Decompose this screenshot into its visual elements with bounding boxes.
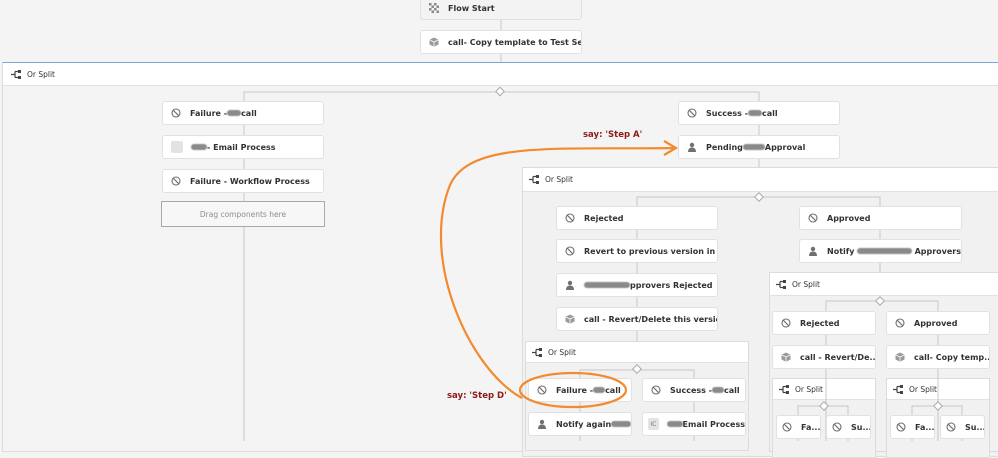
package-icon <box>895 352 905 362</box>
label-post: pprovers Rejected <box>630 280 713 290</box>
redacted-text <box>593 387 606 393</box>
ban-icon <box>651 385 661 395</box>
revert-delete-node[interactable]: call - Revert/Delete this version in... <box>556 307 718 331</box>
label-post: call <box>724 385 740 395</box>
redacted-text <box>611 421 631 427</box>
label-post: call - Revert/Delete this version in... <box>584 314 717 324</box>
label-pre: Notify again <box>556 419 612 429</box>
sub-copy-node[interactable]: call- Copy temp... <box>886 345 990 369</box>
node-label: Fa... <box>915 422 935 432</box>
ban-icon <box>946 422 956 432</box>
redacted-text <box>666 421 683 427</box>
package-icon <box>565 314 575 324</box>
user-icon <box>537 419 547 429</box>
rejected-node[interactable]: Rejected <box>556 206 718 230</box>
sub-revert-node[interactable]: call - Revert/De... <box>772 345 876 369</box>
ban-icon <box>537 385 547 395</box>
label-post: call <box>605 385 621 395</box>
package-icon <box>781 352 791 362</box>
node-label: Rejected <box>584 213 624 223</box>
approvers-rejected-node[interactable]: pprovers Rejected <box>556 273 718 297</box>
sub-rejected-node[interactable]: Rejected <box>772 311 876 335</box>
su-node-2[interactable]: Su... <box>940 415 985 439</box>
node-label: Revert to previous version in AEM <box>584 246 717 256</box>
label-pre: Notify <box>827 246 855 256</box>
node-label: Rejected <box>800 318 840 328</box>
label-post: call - Revert/De... <box>800 352 876 362</box>
label-post: Email Process <box>682 419 745 429</box>
sub-success-call-node[interactable]: Success - call <box>642 378 746 402</box>
ban-icon <box>565 213 575 223</box>
node-label: Approved <box>914 318 958 328</box>
redacted-text <box>712 387 724 393</box>
node-label: Fa... <box>801 422 821 432</box>
ban-icon <box>896 422 906 432</box>
approved-node[interactable]: Approved <box>799 206 962 230</box>
notify-again-node[interactable]: Notify again <box>528 412 632 436</box>
user-icon <box>565 280 575 290</box>
su-node-1[interactable]: Su... <box>826 415 871 439</box>
sub-failure-call-node[interactable]: Failure - call <box>528 378 632 402</box>
ban-icon <box>808 213 818 223</box>
label-post: Approvers <box>914 246 961 256</box>
revert-previous-node[interactable]: Revert to previous version in AEM <box>556 239 718 263</box>
sub-approved-node[interactable]: Approved <box>886 311 990 335</box>
redacted-text <box>584 282 630 288</box>
node-label: Su... <box>965 422 985 432</box>
label-pre: Failure - <box>556 385 594 395</box>
annotation-step-d: say: 'Step D' <box>447 391 507 401</box>
label-post: call- Copy temp... <box>914 352 990 362</box>
annotation-step-a: say: 'Step A' <box>583 130 643 140</box>
ban-icon <box>565 246 575 256</box>
fa-node-1[interactable]: Fa... <box>776 415 821 439</box>
ban-icon <box>895 318 905 328</box>
label-pre: Success - <box>670 385 712 395</box>
node-label: Approved <box>827 213 871 223</box>
sub-email-process-node[interactable]: IC Email Process <box>642 412 746 436</box>
ban-icon <box>781 318 791 328</box>
ban-icon <box>782 422 792 432</box>
user-icon <box>808 246 818 256</box>
node-label: Su... <box>851 422 871 432</box>
ic-badge-icon: IC <box>648 418 659 430</box>
notify-approvers-node[interactable]: Notify Approvers <box>799 239 962 263</box>
ban-icon <box>832 422 842 432</box>
fa-node-2[interactable]: Fa... <box>890 415 935 439</box>
redacted-text <box>857 248 912 254</box>
